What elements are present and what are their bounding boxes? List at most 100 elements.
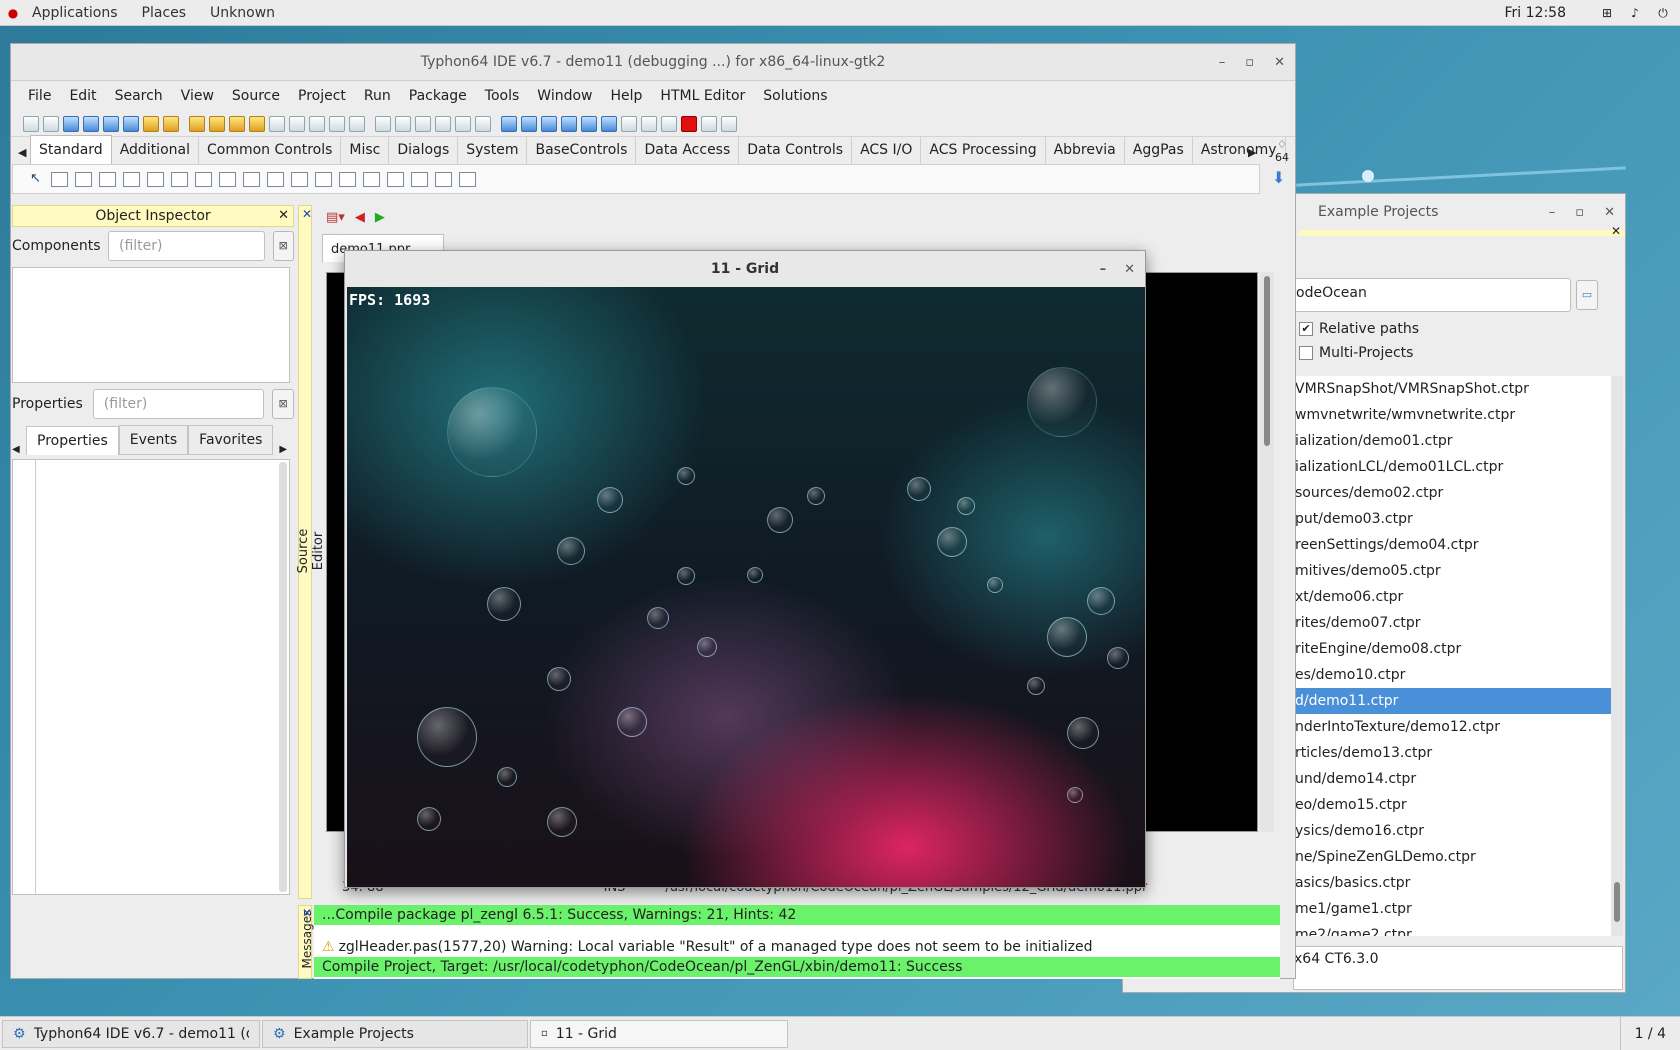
task-example-projects[interactable]: ⚙ Example Projects xyxy=(262,1019,528,1048)
toolbar-button-icon[interactable] xyxy=(475,115,491,132)
toolbar-button-icon[interactable] xyxy=(43,115,59,132)
messages-panel[interactable]: ...Compile package pl_zengl 6.5.1: Succe… xyxy=(314,905,1280,979)
list-item[interactable]: rites/demo07.ctpr xyxy=(1293,610,1611,636)
properties-filter-input[interactable]: (filter) xyxy=(92,389,265,419)
menu-project[interactable]: Project xyxy=(289,88,355,104)
property-grid[interactable] xyxy=(12,459,290,895)
palette-tab-standard[interactable]: Standard xyxy=(30,135,112,164)
palette-tab-abbrevia[interactable]: Abbrevia xyxy=(1046,136,1125,164)
maximize-icon[interactable]: ▫ xyxy=(1245,55,1254,70)
clear-filter-button[interactable]: ⊠ xyxy=(272,389,294,419)
checkbox-icon[interactable] xyxy=(219,171,236,187)
message-warning[interactable]: ⚠ zglHeader.pas(1577,20) Warning: Local … xyxy=(314,937,1280,957)
combobox-icon[interactable] xyxy=(291,171,308,187)
palette-tab-additional[interactable]: Additional xyxy=(112,136,199,164)
menu-view[interactable]: View xyxy=(172,88,223,104)
list-item[interactable]: eo/demo15.ctpr xyxy=(1293,792,1611,818)
path-input[interactable]: odeOcean xyxy=(1293,278,1571,312)
toolbar-button-icon[interactable] xyxy=(163,115,179,132)
close-icon[interactable]: ✕ xyxy=(1274,55,1285,70)
toolbar-button-icon[interactable] xyxy=(83,115,99,132)
toolbar-button-icon[interactable] xyxy=(621,115,637,132)
toolbar-button-icon[interactable] xyxy=(641,115,657,132)
toolbar-button-icon[interactable] xyxy=(395,115,411,132)
list-item[interactable]: riteEngine/demo08.ctpr xyxy=(1293,636,1611,662)
groupbox-icon[interactable] xyxy=(339,171,356,187)
list-item[interactable]: me1/game1.ctpr xyxy=(1293,896,1611,922)
ide-titlebar[interactable]: Typhon64 IDE v6.7 - demo11 (debugging ..… xyxy=(11,44,1295,81)
main-menu-icon[interactable] xyxy=(51,171,68,187)
list-item[interactable]: ne/SpineZenGLDemo.ctpr xyxy=(1293,844,1611,870)
toolbar-button-icon[interactable] xyxy=(561,115,577,132)
radiogroup-icon[interactable] xyxy=(363,171,380,187)
browse-folder-button[interactable]: ▭ xyxy=(1576,280,1598,310)
toolbar-button-icon[interactable] xyxy=(581,115,597,132)
palette-tab-data-controls[interactable]: Data Controls xyxy=(739,136,853,164)
toolbar-button-icon[interactable] xyxy=(701,115,717,132)
close-icon[interactable]: ✕ xyxy=(302,906,312,920)
list-item[interactable]: xt/demo06.ctpr xyxy=(1293,584,1611,610)
popup-menu-icon[interactable] xyxy=(75,171,92,187)
toggle-icon[interactable] xyxy=(195,171,212,187)
pointer-icon[interactable]: ↖ xyxy=(27,172,44,187)
toolbar-button-icon[interactable] xyxy=(309,115,325,132)
toolbar-button-icon[interactable] xyxy=(601,115,617,132)
download-arrow-icon[interactable]: ⬇ xyxy=(1272,168,1285,187)
toolbar-button-icon[interactable] xyxy=(103,115,119,132)
close-icon[interactable]: ✕ xyxy=(278,208,289,223)
panel-icon[interactable] xyxy=(411,171,428,187)
toolbar-button-icon[interactable] xyxy=(209,115,225,132)
palette-left-arrow-icon[interactable]: ◀ xyxy=(18,146,26,159)
list-item[interactable]: d/demo11.ctpr xyxy=(1293,688,1611,714)
list-item[interactable]: es/demo10.ctpr xyxy=(1293,662,1611,688)
toolbar-button-icon[interactable] xyxy=(229,115,245,132)
palette-tab-common-controls[interactable]: Common Controls xyxy=(199,136,342,164)
network-icon[interactable]: ⊞ xyxy=(1600,6,1614,20)
toolbar-button-icon[interactable] xyxy=(349,115,365,132)
toolbar-button-icon[interactable] xyxy=(521,115,537,132)
message-compile-package[interactable]: ...Compile package pl_zengl 6.5.1: Succe… xyxy=(314,905,1280,925)
toolbar-button-icon[interactable] xyxy=(661,115,677,132)
tab-favorites[interactable]: Favorites xyxy=(188,425,274,455)
palette-tab-system[interactable]: System xyxy=(458,136,528,164)
toolbar-button-icon[interactable] xyxy=(681,115,697,132)
toolbar-button-icon[interactable] xyxy=(501,115,517,132)
jump-list-icon[interactable]: ▤▾ xyxy=(326,210,345,225)
menu-window[interactable]: Window xyxy=(528,88,601,104)
toolbar-button-icon[interactable] xyxy=(435,115,451,132)
close-icon[interactable]: ✕ xyxy=(302,207,312,221)
list-item[interactable]: rticles/demo13.ctpr xyxy=(1293,740,1611,766)
list-item[interactable]: sources/demo02.ctpr xyxy=(1293,480,1611,506)
tabs-left-arrow-icon[interactable]: ◀ xyxy=(12,444,26,455)
list-item[interactable]: ysics/demo16.ctpr xyxy=(1293,818,1611,844)
list-item[interactable]: wmvnetwrite/wmvnetwrite.ctpr xyxy=(1293,402,1611,428)
toolbar-button-icon[interactable] xyxy=(415,115,431,132)
toolbar-button-icon[interactable] xyxy=(721,115,737,132)
list-item[interactable]: ializationLCL/demo01LCL.ctpr xyxy=(1293,454,1611,480)
checkgroup-icon[interactable] xyxy=(387,171,404,187)
edit-icon[interactable] xyxy=(147,171,164,187)
close-icon[interactable]: ✕ xyxy=(1604,205,1615,220)
forward-arrow-icon[interactable]: ▶ xyxy=(375,210,385,225)
listbox-icon[interactable] xyxy=(267,171,284,187)
scrollbar-icon[interactable] xyxy=(315,171,332,187)
minimize-icon[interactable]: – xyxy=(1100,262,1107,277)
game-canvas[interactable]: FPS: 1693 xyxy=(347,287,1145,887)
menu-html-editor[interactable]: HTML Editor xyxy=(651,88,754,104)
palette-tab-misc[interactable]: Misc xyxy=(341,136,390,164)
toolbar-button-icon[interactable] xyxy=(23,115,39,132)
power-icon[interactable]: ⏻ xyxy=(1656,6,1670,20)
task-ide[interactable]: ⚙ Typhon64 IDE v6.7 - demo11 (debu... xyxy=(2,1019,260,1048)
palette-tab-data-access[interactable]: Data Access xyxy=(636,136,740,164)
menu-package[interactable]: Package xyxy=(400,88,476,104)
list-item[interactable]: ialization/demo01.ctpr xyxy=(1293,428,1611,454)
menu-source[interactable]: Source xyxy=(223,88,289,104)
tabs-right-arrow-icon[interactable]: ▶ xyxy=(279,444,287,455)
toolbar-button-icon[interactable] xyxy=(541,115,557,132)
list-item[interactable]: nderIntoTexture/demo12.ctpr xyxy=(1293,714,1611,740)
palette-tab-astronomy[interactable]: Astronomy xyxy=(1193,136,1286,164)
toolbar-button-icon[interactable] xyxy=(455,115,471,132)
actionlist-icon[interactable] xyxy=(459,171,476,187)
menu-search[interactable]: Search xyxy=(106,88,172,104)
frame-icon[interactable] xyxy=(435,171,452,187)
